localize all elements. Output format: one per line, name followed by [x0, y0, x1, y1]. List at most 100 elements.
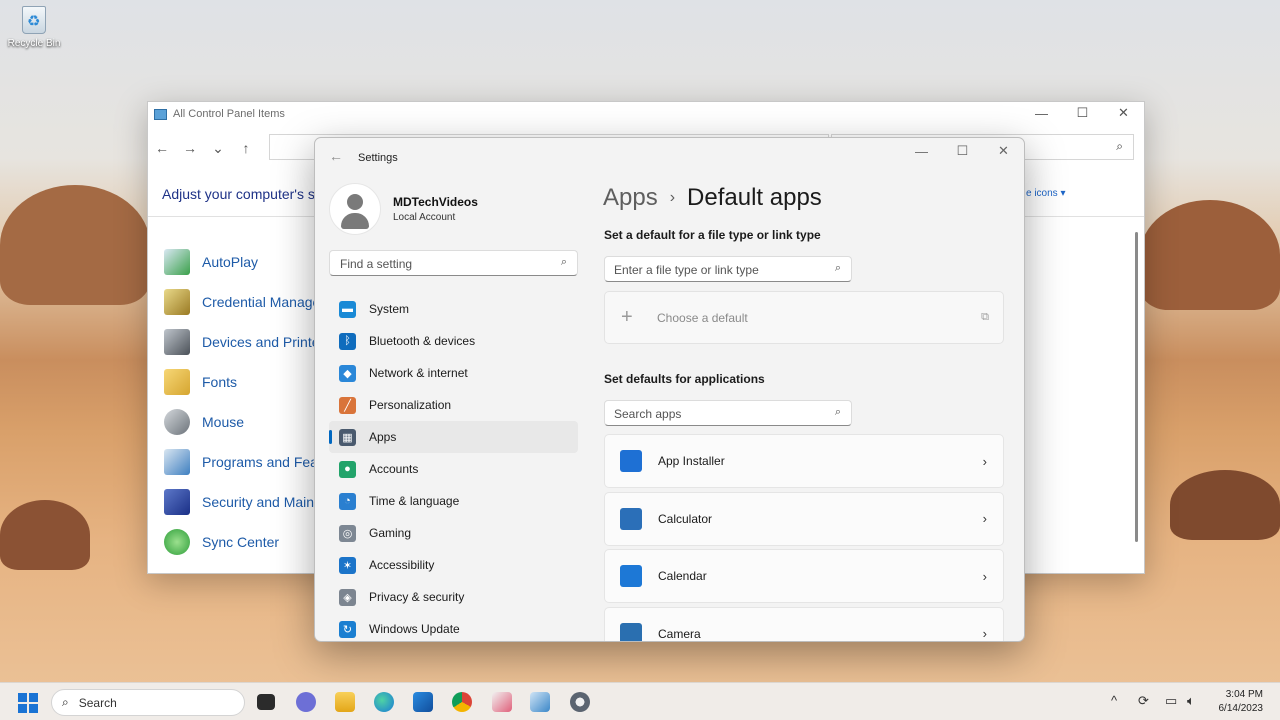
close-button[interactable]: ✕: [1103, 102, 1144, 124]
volume-muted-icon[interactable]: 🔈︎: [1187, 693, 1195, 709]
up-arrow-icon[interactable]: ↑: [232, 140, 260, 156]
nav-item-label: Accounts: [369, 462, 419, 476]
app-row-label: Calendar: [658, 569, 707, 583]
system-icon: ▬: [339, 300, 356, 318]
recent-locations-icon[interactable]: ⌄: [204, 140, 232, 157]
nav-item-gaming[interactable]: ◎ Gaming: [329, 517, 578, 549]
nav-item-label: Personalization: [369, 398, 452, 412]
user-profile[interactable]: MDTechVideos Local Account: [329, 183, 478, 235]
desktop-rock-bottom-left: [0, 500, 90, 570]
desktop-rock-left: [0, 185, 150, 305]
nav-item-network-internet[interactable]: ◆ Network & internet: [329, 357, 578, 389]
nav-item-bluetooth-devices[interactable]: ᛒ Bluetooth & devices: [329, 325, 578, 357]
control-panel-taskbar-icon[interactable]: [530, 692, 550, 712]
cp-item-programs-features[interactable]: Programs and Fea: [164, 442, 320, 482]
user-name: MDTechVideos: [393, 195, 478, 209]
filetype-search-input[interactable]: Enter a file type or link type ⌕: [604, 256, 852, 282]
cp-item-devices-printers[interactable]: Devices and Printe: [164, 322, 320, 362]
teams-chat-icon[interactable]: [296, 692, 316, 712]
app-row-calculator[interactable]: Calculator ›: [604, 491, 1004, 546]
taskbar-search-label: Search: [78, 695, 117, 710]
nav-item-system[interactable]: ▬ System: [329, 293, 578, 325]
accessibility-icon: ✶: [339, 556, 356, 574]
nav-item-apps[interactable]: ▦ Apps: [329, 421, 578, 453]
apps-icon: ▦: [339, 428, 356, 446]
back-arrow-icon[interactable]: ←: [148, 140, 176, 156]
credential-manager-icon: [164, 289, 190, 315]
close-button[interactable]: ✕: [983, 138, 1024, 164]
settings-window: ← Settings — ☐ ✕ MDTechVideos Local Acco…: [314, 137, 1025, 642]
app-row-app-installer[interactable]: App Installer ›: [604, 434, 1004, 488]
accounts-icon: ●: [339, 460, 356, 478]
find-setting-input[interactable]: Find a setting ⌕: [329, 250, 578, 276]
breadcrumb-apps[interactable]: Apps: [603, 184, 658, 212]
app-row-label: App Installer: [658, 454, 725, 468]
security-flag-icon: [164, 489, 190, 515]
cp-item-autoplay[interactable]: AutoPlay: [164, 242, 320, 282]
search-apps-placeholder: Search apps: [614, 407, 682, 421]
view-by-dropdown[interactable]: e icons ▾: [1026, 188, 1065, 199]
app-row-calendar[interactable]: Calendar ›: [604, 549, 1004, 603]
control-panel-scrollbar[interactable]: [1135, 232, 1138, 542]
breadcrumb: Apps › Default apps: [603, 184, 822, 212]
nav-item-windows-update[interactable]: ↻ Windows Update: [329, 613, 578, 641]
chevron-right-icon: ›: [982, 626, 987, 641]
taskbar-search[interactable]: ⌕ Search: [51, 689, 245, 716]
cp-item-credential-manager[interactable]: Credential Manage: [164, 282, 320, 322]
back-arrow-icon[interactable]: ←: [329, 148, 343, 164]
task-view-icon[interactable]: [257, 694, 275, 710]
recycle-bin-label: Recycle Bin: [7, 38, 61, 49]
forward-arrow-icon[interactable]: →: [176, 140, 204, 156]
minimize-button[interactable]: —: [901, 138, 942, 164]
wifi-icon: ◆: [339, 364, 356, 382]
brush-icon: ╱: [339, 396, 356, 414]
maximize-button[interactable]: ☐: [1062, 102, 1103, 124]
microsoft-store-icon[interactable]: [413, 692, 433, 712]
cp-item-fonts[interactable]: Fonts: [164, 362, 320, 402]
nav-item-label: Gaming: [369, 526, 412, 540]
network-icon[interactable]: ▭: [1165, 693, 1177, 709]
chevron-up-icon[interactable]: ^: [1111, 693, 1117, 708]
clock[interactable]: 3:04 PM 6/14/2023: [1219, 688, 1264, 716]
edge-icon[interactable]: [374, 692, 394, 712]
nav-item-privacy-security[interactable]: ◈ Privacy & security: [329, 581, 578, 613]
cp-item-label: Security and Main: [202, 494, 315, 510]
chevron-right-icon: ›: [982, 511, 987, 526]
programs-features-icon: [164, 449, 190, 475]
calculator-icon: [620, 507, 642, 530]
cp-item-security-maintenance[interactable]: Security and Main: [164, 482, 320, 522]
settings-nav: ▬ System ᛒ Bluetooth & devices ◆ Network & in…: [329, 293, 578, 641]
devices-printers-icon: [164, 329, 190, 355]
app-row-camera[interactable]: Camera ›: [604, 606, 1004, 641]
search-apps-input[interactable]: Search apps ⌕: [604, 400, 852, 426]
globe-clock-icon: ◔: [339, 492, 356, 510]
nav-item-accounts[interactable]: ● Accounts: [329, 453, 578, 485]
cp-item-sync-center[interactable]: Sync Center: [164, 522, 320, 562]
taskbar: ⌕ Search ^ ⟳ ▭ 🔈︎ 3:04 PM 6/14/2023: [0, 682, 1280, 720]
maximize-button[interactable]: ☐: [942, 138, 983, 164]
update-icon: ↻: [339, 620, 356, 638]
nav-item-label: Accessibility: [369, 558, 435, 572]
calendar-icon: [620, 565, 642, 587]
shield-icon: ◈: [339, 588, 356, 606]
fonts-icon: [164, 369, 190, 395]
camera-icon: [620, 622, 642, 641]
settings-gear-taskbar-icon[interactable]: [570, 692, 590, 712]
choose-default-button[interactable]: + Choose a default ⧉: [604, 291, 1004, 344]
chevron-right-icon: ›: [982, 453, 987, 469]
mouse-icon: [164, 409, 190, 435]
nav-item-personalization[interactable]: ╱ Personalization: [329, 389, 578, 421]
nav-item-time-language[interactable]: ◔ Time & language: [329, 485, 578, 517]
recycle-bin-desktop-icon[interactable]: Recycle Bin: [4, 6, 64, 49]
minimize-button[interactable]: —: [1021, 102, 1062, 124]
file-explorer-icon[interactable]: [335, 692, 355, 712]
gamepad-icon: ◎: [339, 524, 356, 542]
start-button[interactable]: [18, 693, 38, 713]
control-panel-titlebar: All Control Panel Items: [148, 102, 1144, 126]
chrome-icon[interactable]: [452, 692, 472, 712]
cp-item-mouse[interactable]: Mouse: [164, 402, 320, 442]
nav-item-accessibility[interactable]: ✶ Accessibility: [329, 549, 578, 581]
sync-icon[interactable]: ⟳: [1138, 693, 1149, 709]
snipping-tool-icon[interactable]: [492, 692, 512, 712]
cp-item-label: Fonts: [202, 374, 238, 390]
